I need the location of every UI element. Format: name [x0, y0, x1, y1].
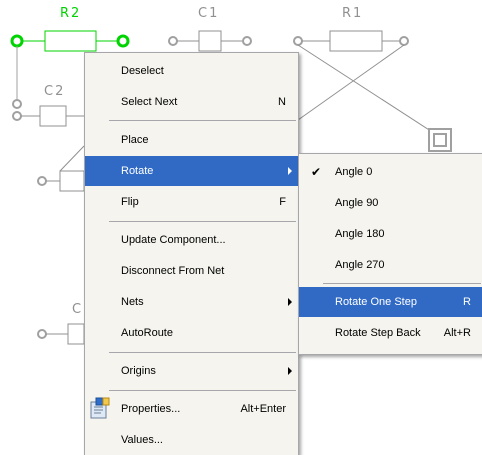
submenu-item-angle-90[interactable]: Angle 90: [299, 188, 482, 218]
menu-item-origins[interactable]: Origins: [85, 356, 298, 386]
submenu-arrow-icon: [288, 367, 292, 375]
menu-item-shortcut: R: [463, 296, 471, 308]
label-c-partial: C: [72, 302, 84, 317]
menu-item-shortcut: Alt+Enter: [240, 403, 286, 415]
submenu-arrow-icon: [288, 167, 292, 175]
menu-separator: [109, 352, 296, 353]
properties-icon: [90, 397, 110, 419]
square-pad[interactable]: [428, 128, 452, 152]
label-r2: R2: [60, 6, 82, 21]
submenu-item-rotate-step-back[interactable]: Rotate Step Back Alt+R: [299, 318, 482, 348]
menu-item-shortcut: N: [278, 96, 286, 108]
menu-item-nets[interactable]: Nets: [85, 287, 298, 317]
menu-item-label: Rotate: [121, 165, 154, 177]
menu-item-disconnect-from-net[interactable]: Disconnect From Net: [85, 256, 298, 286]
menu-item-label: Rotate Step Back: [335, 327, 421, 339]
label-c2: C2: [44, 84, 66, 99]
checkmark-icon: ✔: [311, 165, 322, 179]
component-c2[interactable]: [12, 105, 84, 127]
menu-item-place[interactable]: Place: [85, 125, 298, 155]
submenu-item-angle-180[interactable]: Angle 180: [299, 219, 482, 249]
menu-item-label: Angle 270: [335, 259, 385, 271]
menu-item-label: Rotate One Step: [335, 296, 417, 308]
menu-item-autoroute[interactable]: AutoRoute: [85, 318, 298, 348]
menu-item-label: Angle 180: [335, 228, 385, 240]
component-partial-upper[interactable]: [37, 145, 85, 192]
menu-item-deselect[interactable]: Deselect: [85, 56, 298, 86]
component-c1[interactable]: [168, 30, 252, 52]
label-r1: R1: [342, 6, 364, 21]
rotate-submenu: ✔ Angle 0 Angle 90 Angle 180 Angle 270 R…: [298, 153, 482, 355]
menu-item-select-next[interactable]: Select Next N: [85, 87, 298, 117]
submenu-item-angle-270[interactable]: Angle 270: [299, 250, 482, 280]
menu-item-label: Disconnect From Net: [121, 265, 225, 277]
menu-item-label: Angle 0: [335, 166, 373, 178]
menu-item-label: Origins: [121, 365, 156, 377]
menu-item-shortcut: F: [279, 196, 286, 208]
menu-item-label: Nets: [121, 296, 144, 308]
menu-separator: [109, 390, 296, 391]
submenu-item-angle-0[interactable]: ✔ Angle 0: [299, 157, 482, 187]
menu-item-label: Flip: [121, 196, 139, 208]
menu-item-label: AutoRoute: [121, 327, 173, 339]
menu-item-values[interactable]: Values...: [85, 425, 298, 455]
submenu-item-rotate-one-step[interactable]: Rotate One Step R: [299, 287, 482, 317]
menu-item-label: Place: [121, 134, 149, 146]
menu-item-label: Angle 90: [335, 197, 379, 209]
menu-item-shortcut: Alt+R: [443, 327, 471, 339]
menu-separator: [109, 120, 296, 121]
menu-item-label: Update Component...: [121, 234, 226, 246]
menu-item-label: Select Next: [121, 96, 178, 108]
component-r1[interactable]: [293, 30, 409, 52]
submenu-arrow-icon: [288, 298, 292, 306]
menu-item-rotate[interactable]: Rotate: [85, 156, 298, 186]
menu-item-properties[interactable]: Properties... Alt+Enter: [85, 394, 298, 424]
menu-item-label: Properties...: [121, 403, 181, 415]
menu-item-label: Values...: [121, 434, 163, 446]
context-menu: Deselect Select Next N Place Rotate Flip…: [84, 52, 299, 455]
label-c1: C1: [198, 6, 220, 21]
menu-separator: [323, 283, 481, 284]
menu-separator: [109, 221, 296, 222]
component-c-partial[interactable]: [37, 323, 85, 345]
menu-item-label: Deselect: [121, 65, 164, 77]
menu-item-update-component[interactable]: Update Component...: [85, 225, 298, 255]
component-r2[interactable]: [10, 30, 130, 52]
menu-item-flip[interactable]: Flip F: [85, 187, 298, 217]
